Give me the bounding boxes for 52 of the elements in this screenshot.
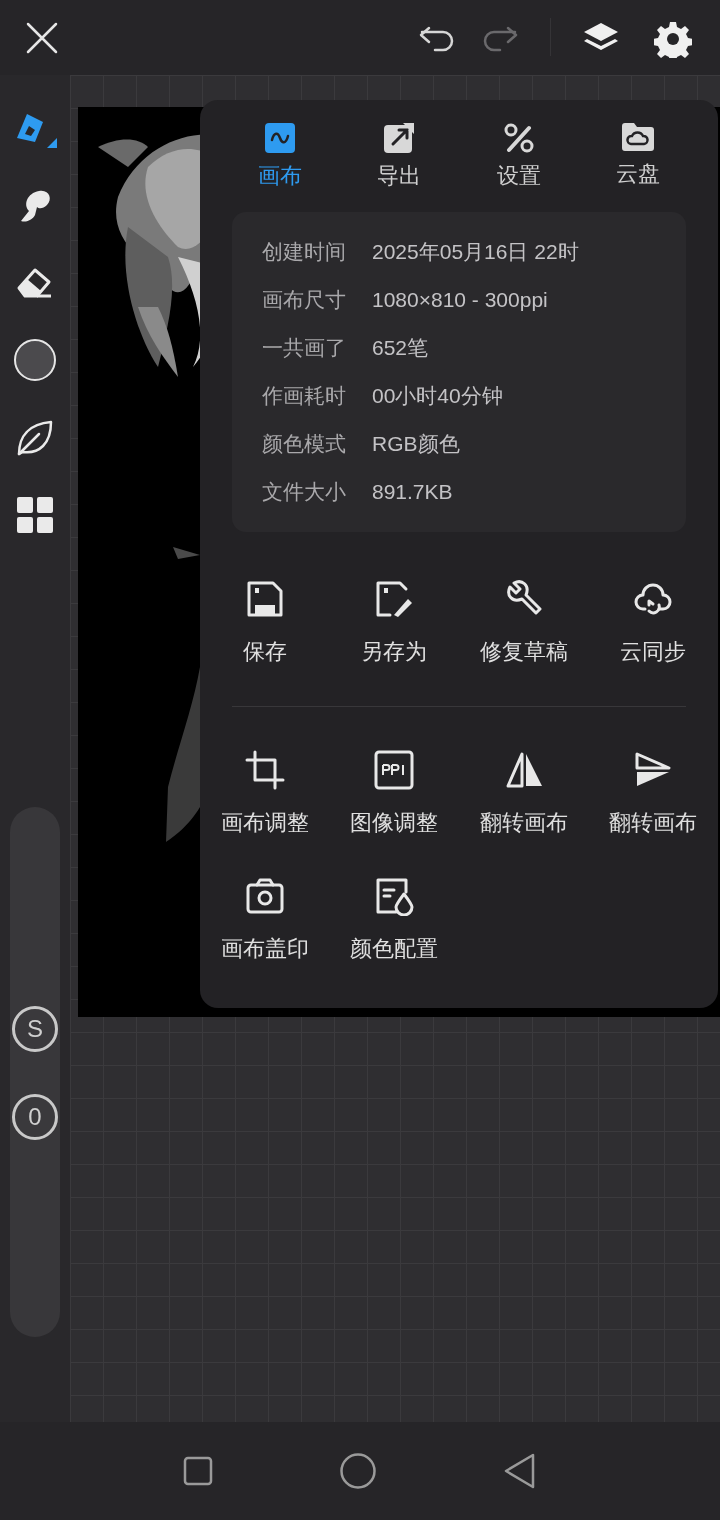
menu-action[interactable]: 翻转画布: [588, 750, 718, 838]
color-swatch[interactable]: [14, 339, 56, 381]
camera-icon: [244, 876, 285, 916]
panel-tab[interactable]: 画布: [220, 122, 340, 190]
slider-thumb[interactable]: S: [12, 1006, 58, 1053]
back-button[interactable]: [503, 1453, 537, 1489]
opacity-slider[interactable]: 0: [10, 1072, 60, 1337]
settings-icon: [654, 20, 692, 58]
info-value: RGB颜色: [372, 431, 460, 458]
info-label: 文件大小: [261, 479, 347, 506]
info-value: 891.7KB: [372, 479, 453, 506]
recents-button[interactable]: [183, 1456, 213, 1486]
menu-action[interactable]: 颜色配置: [329, 876, 459, 964]
panel-tab[interactable]: 设置: [459, 122, 579, 190]
size-slider[interactable]: S: [10, 807, 60, 1072]
back-icon: [503, 1453, 537, 1489]
menu-action[interactable]: 修复草稿: [459, 579, 589, 667]
settings-button[interactable]: [654, 20, 692, 58]
grid-icon: [16, 496, 54, 534]
panel-tab[interactable]: 导出: [339, 122, 459, 190]
export-icon: [383, 122, 416, 154]
wave-icon: [263, 122, 296, 154]
menu-action[interactable]: 云同步: [588, 579, 718, 667]
color-profile-icon: [374, 876, 415, 916]
info-value: 652笔: [372, 335, 429, 362]
cloud-folder-icon: [621, 122, 656, 152]
info-value: 2025年05月16日 22时: [372, 239, 579, 266]
circle-icon: [339, 1452, 377, 1490]
tools-icon: [502, 122, 535, 154]
menu-action[interactable]: 图像调整: [329, 750, 459, 838]
info-label: 颜色模式: [261, 431, 347, 458]
square-icon: [183, 1456, 213, 1486]
home-button[interactable]: [339, 1452, 377, 1490]
info-label: 创建时间: [261, 239, 347, 266]
info-value: 1080×810 - 300ppi: [372, 287, 548, 314]
slider-thumb[interactable]: 0: [12, 1093, 58, 1140]
menu-action[interactable]: 画布盖印: [200, 876, 330, 964]
ppi-icon: [374, 750, 415, 790]
info-label: 一共画了: [261, 335, 347, 362]
close-button[interactable]: [24, 20, 60, 56]
crop-icon: [244, 750, 285, 790]
menu-action[interactable]: 翻转画布: [459, 750, 589, 838]
leaf-icon: [15, 418, 55, 458]
panel-tab[interactable]: 云盘: [578, 122, 698, 190]
info-value: 00小时40分钟: [372, 383, 503, 410]
menu-action[interactable]: 保存: [200, 579, 330, 667]
info-label: 画布尺寸: [261, 287, 347, 314]
close-icon: [24, 20, 60, 56]
save-as-icon: [374, 579, 415, 619]
menu-action[interactable]: 画布调整: [200, 750, 330, 838]
info-label: 作画耗时: [261, 383, 347, 410]
menu-action[interactable]: 另存为: [329, 579, 459, 667]
